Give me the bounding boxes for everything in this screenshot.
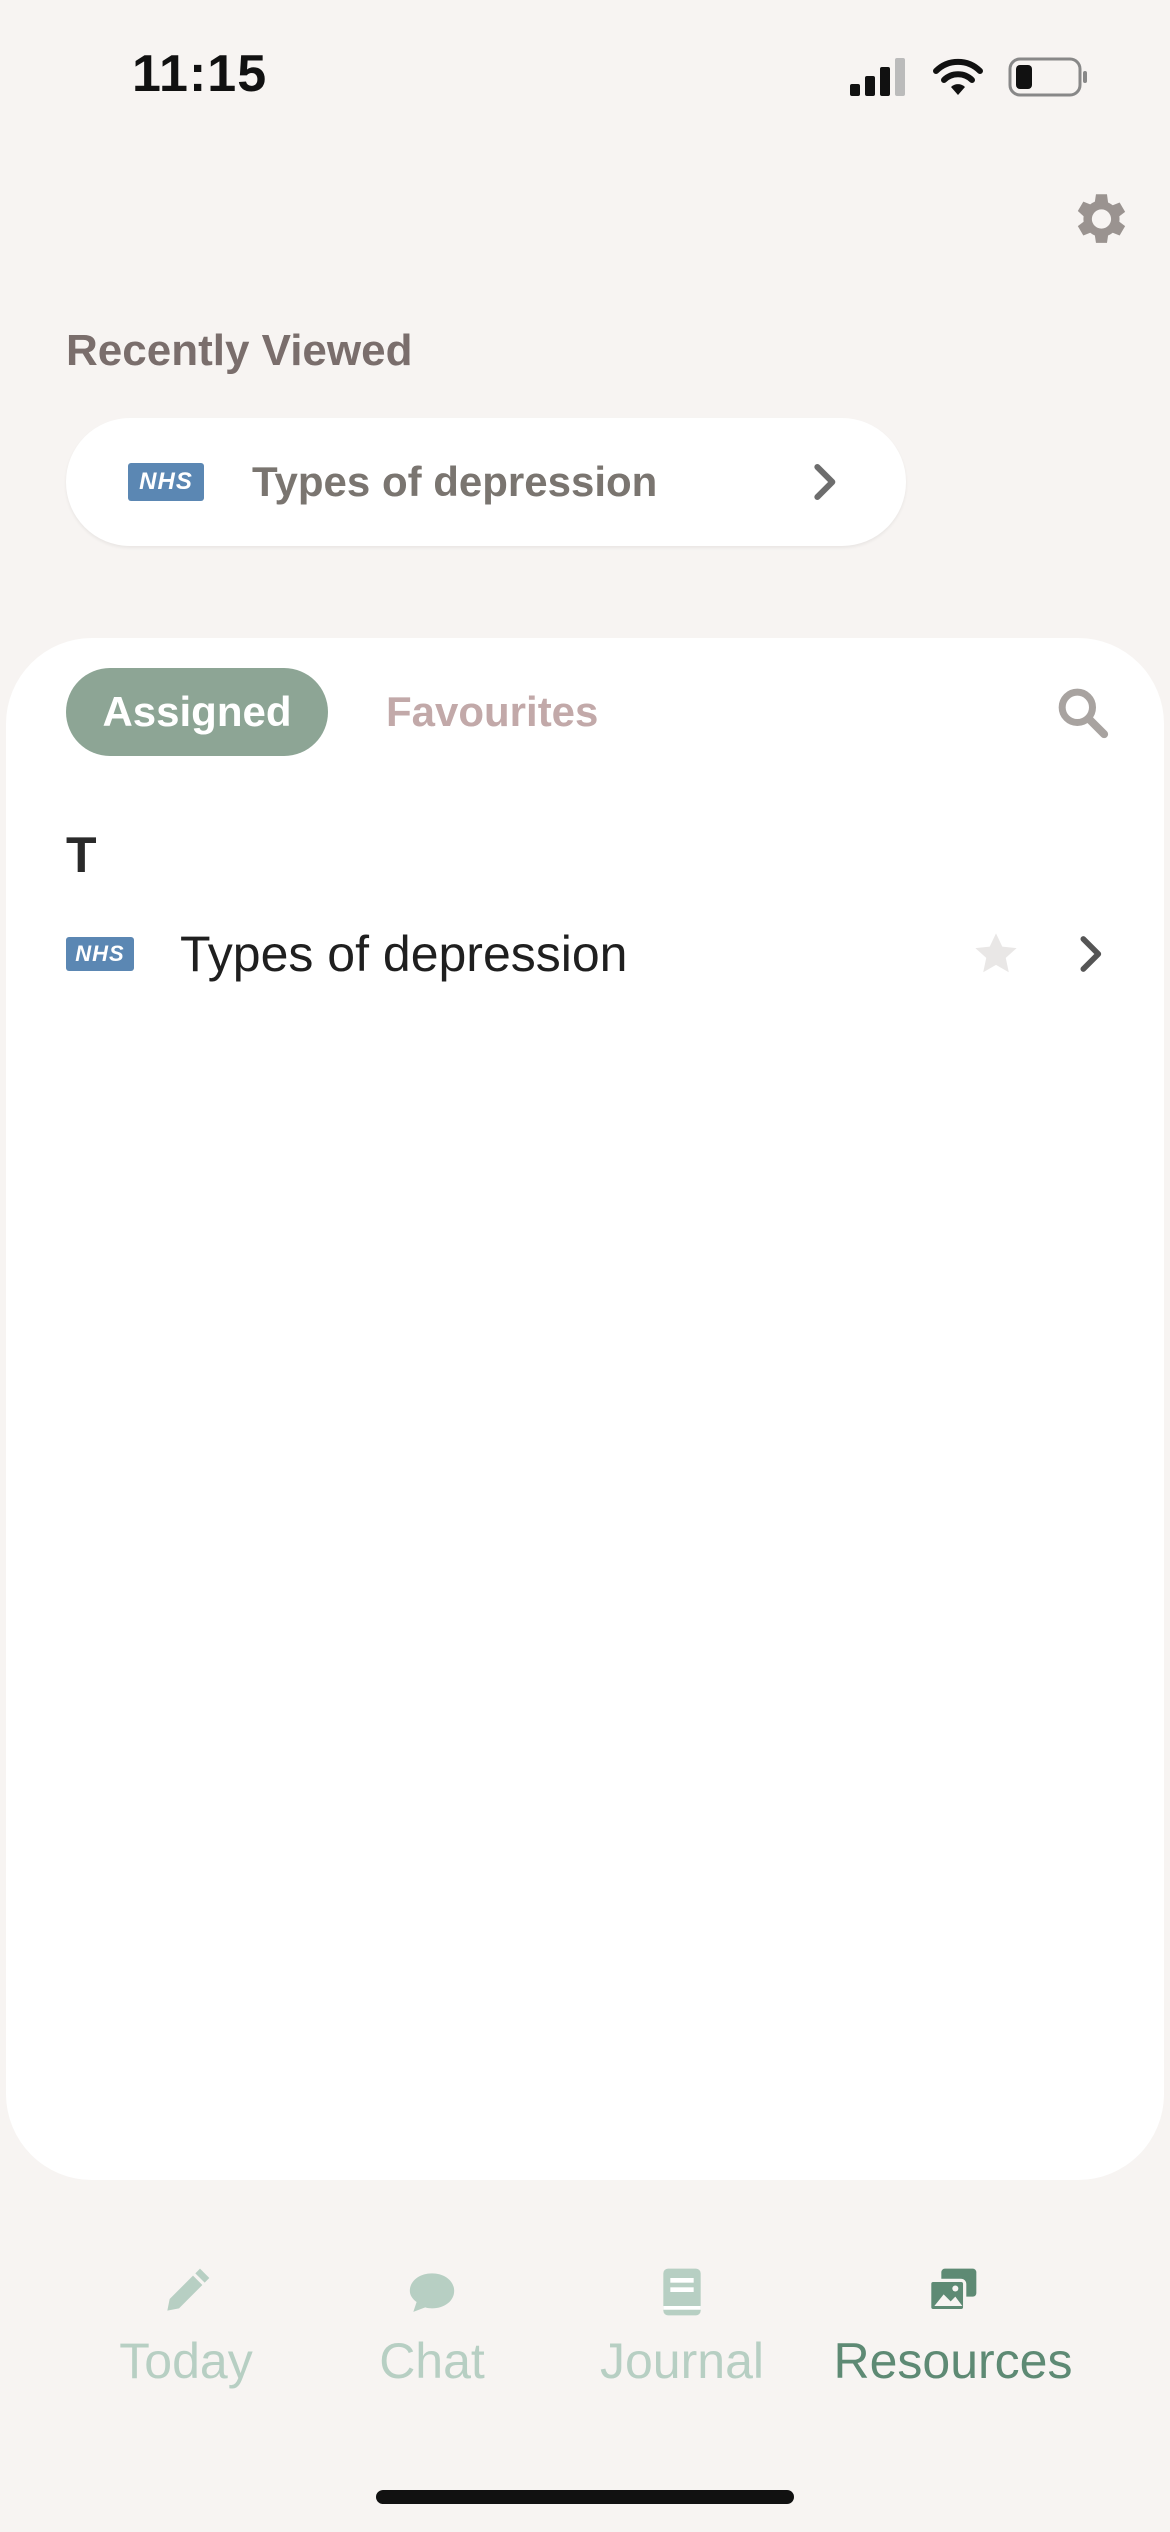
nav-today[interactable]: Today [116, 2238, 256, 2390]
search-icon [1058, 688, 1109, 739]
nav-chat[interactable]: Chat [372, 2238, 492, 2390]
nhs-logo-icon: NHS [128, 463, 204, 501]
tab-favourites[interactable]: Favourites [386, 668, 598, 756]
tab-assigned[interactable]: Assigned [66, 668, 328, 756]
section-letter: T [66, 827, 97, 883]
list-item-title: Types of depression [180, 926, 628, 982]
battery-icon [1008, 57, 1087, 97]
recently-viewed-title: Recently Viewed [66, 326, 413, 375]
cellular-signal-icon [850, 58, 905, 96]
recent-item-title: Types of depression [252, 458, 658, 505]
nav-today-label: Today [119, 2333, 253, 2389]
nhs-logo-icon: NHS [66, 937, 134, 971]
nav-journal[interactable]: Journal [592, 2238, 772, 2390]
nav-resources[interactable]: Resources [828, 2238, 1078, 2390]
settings-button[interactable] [1066, 186, 1132, 252]
resources-panel [6, 638, 1164, 2180]
list-item[interactable]: NHS Types of depression [66, 910, 1110, 998]
search-button[interactable] [1054, 684, 1110, 740]
status-icons [850, 52, 1088, 102]
home-indicator [376, 2490, 794, 2504]
chat-bubble-icon [409, 2273, 455, 2312]
nav-journal-label: Journal [600, 2333, 764, 2389]
status-time: 11:15 [132, 45, 268, 103]
recent-item-card[interactable]: NHS Types of depression [66, 418, 906, 546]
pencil-icon [167, 2268, 210, 2311]
gear-icon [1077, 194, 1126, 243]
nav-resources-label: Resources [833, 2333, 1073, 2389]
chevron-right-icon [1080, 936, 1102, 972]
book-icon [663, 2268, 701, 2316]
bottom-tab-bar: Today Chat Journal Resources [0, 2238, 1170, 2398]
star-icon[interactable] [970, 928, 1022, 980]
images-icon [928, 2268, 977, 2313]
nav-chat-label: Chat [379, 2333, 485, 2389]
wifi-icon [933, 58, 983, 95]
chevron-right-icon [814, 464, 836, 500]
